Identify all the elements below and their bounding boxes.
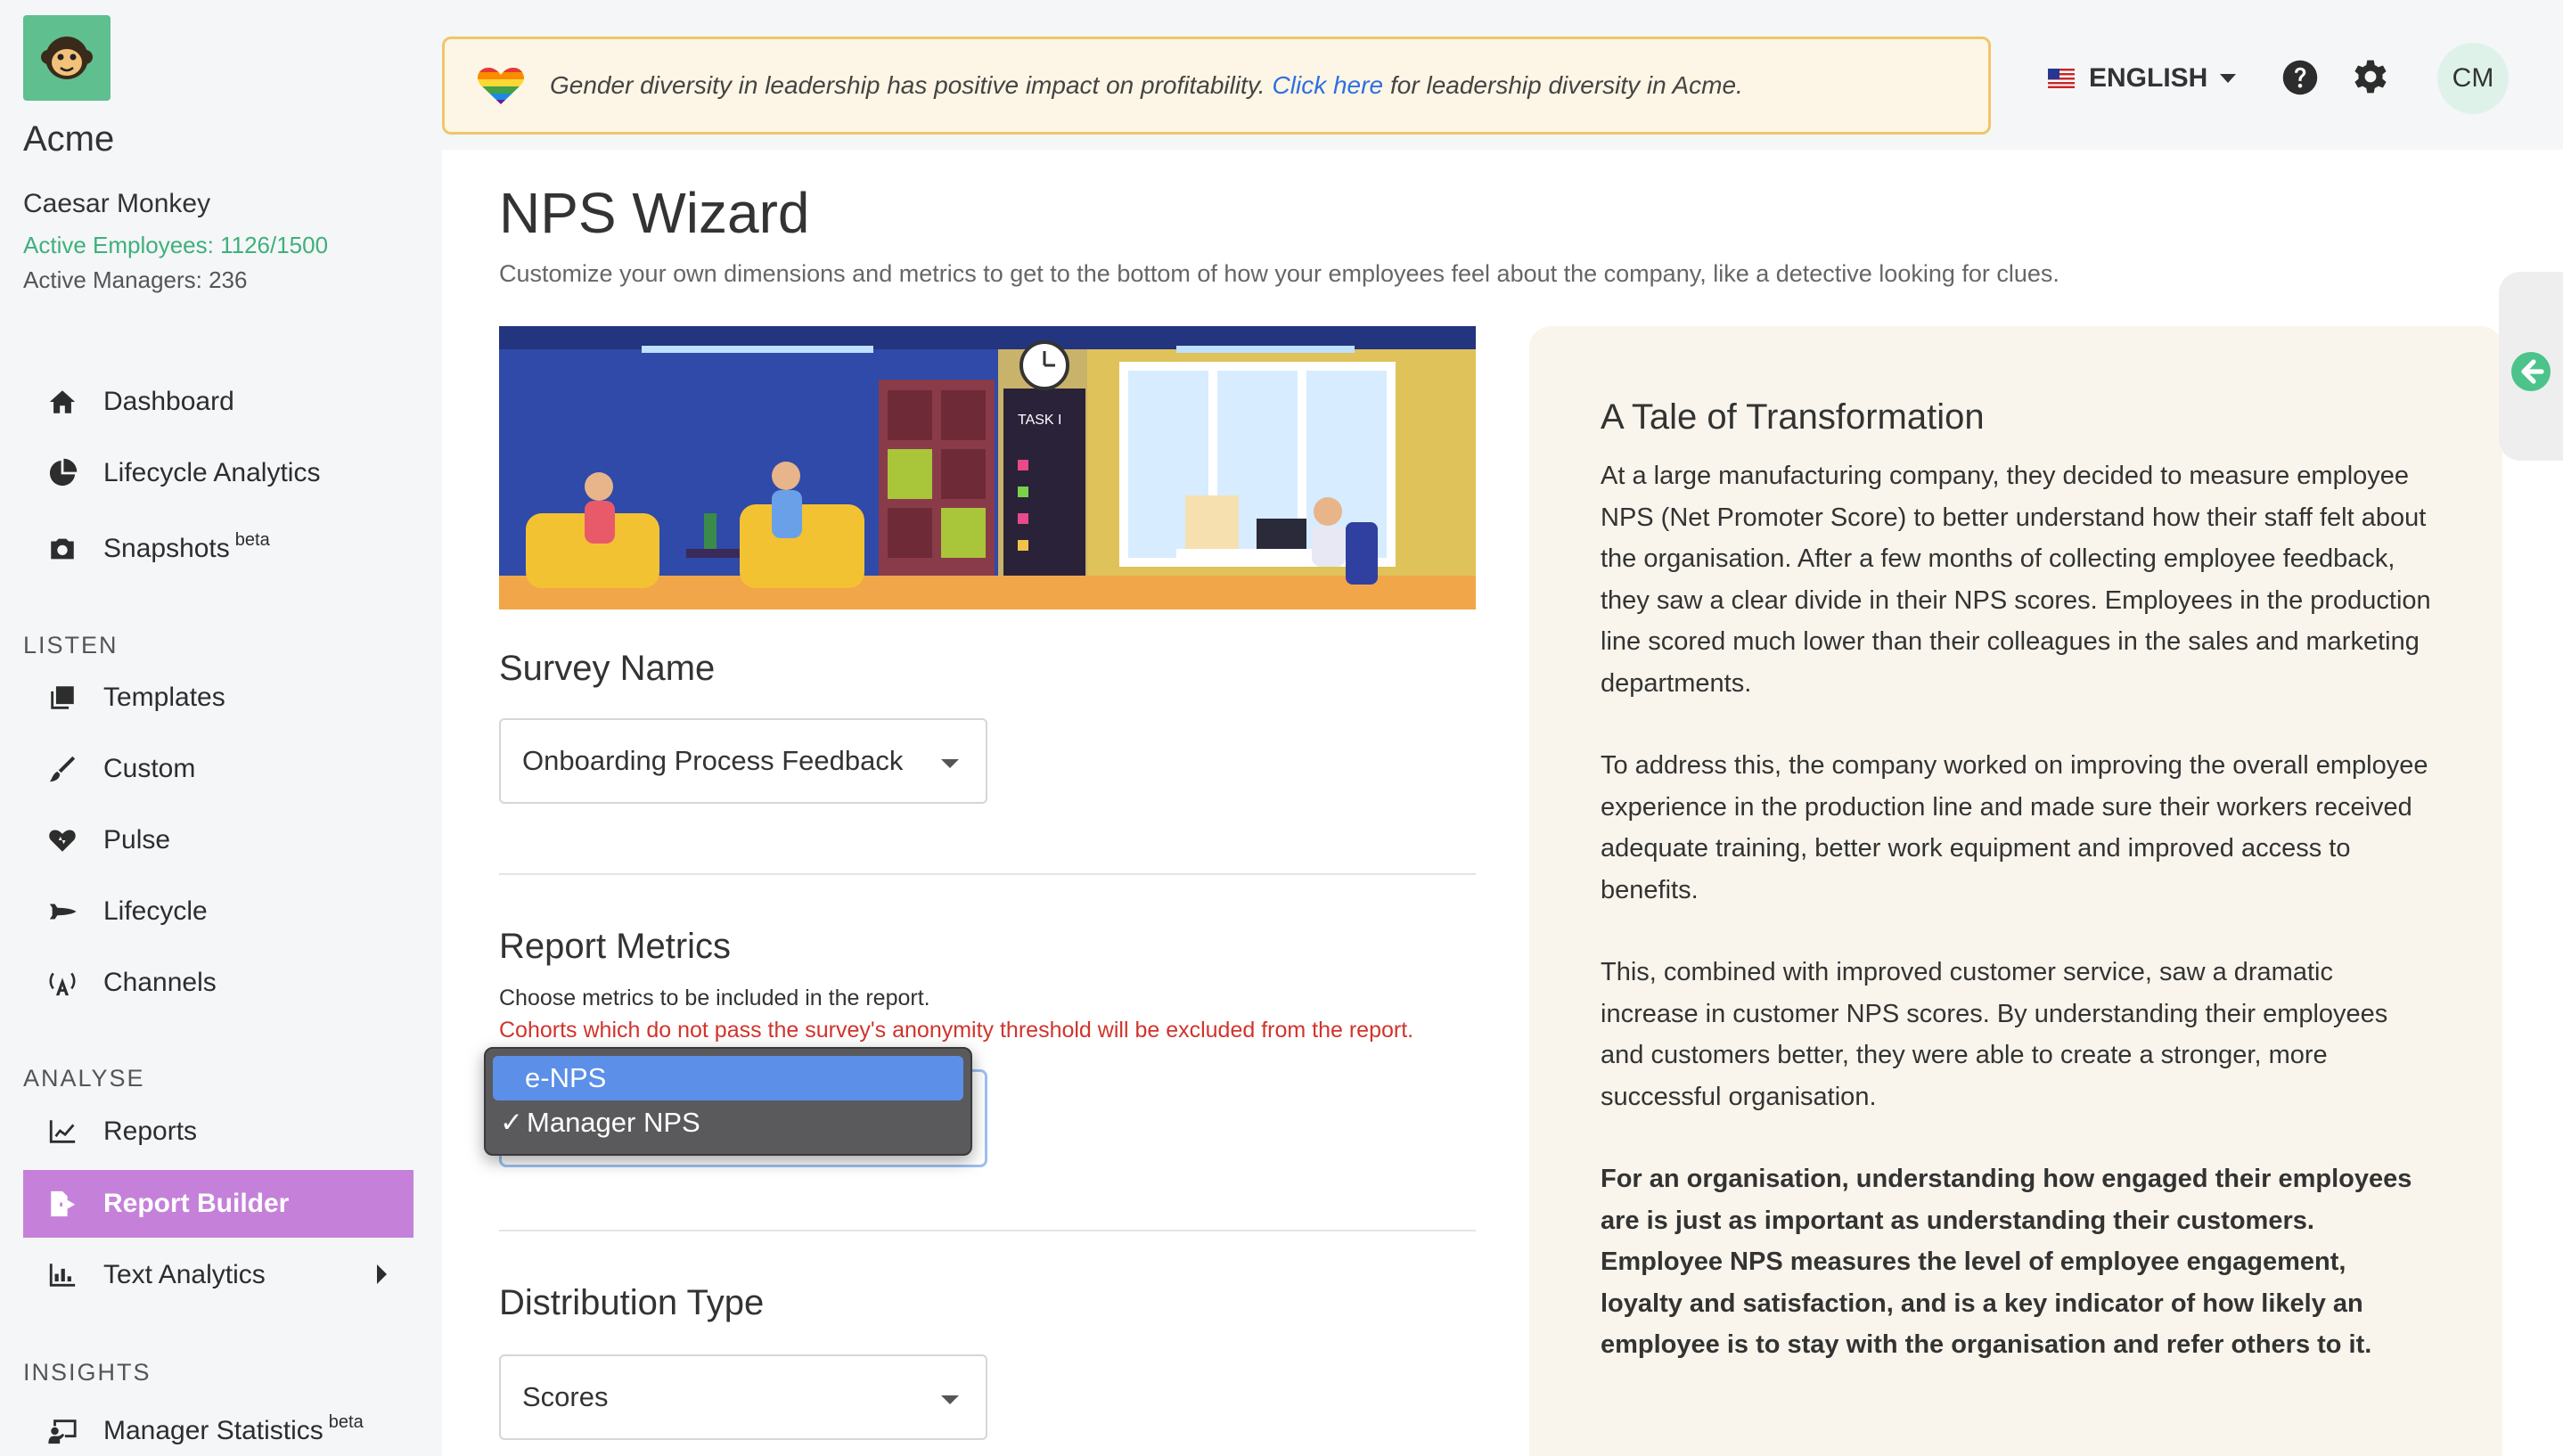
- sidebar: Acme Caesar Monkey Active Employees: 112…: [0, 0, 437, 1456]
- org-name: Acme: [23, 119, 115, 159]
- gear-icon[interactable]: [2351, 57, 2390, 96]
- pie-chart-icon: [45, 455, 80, 491]
- language-selector[interactable]: ENGLISH: [2048, 57, 2237, 100]
- story-title: A Tale of Transformation: [1601, 397, 1985, 437]
- sidebar-item-custom[interactable]: Custom: [23, 735, 414, 803]
- sidebar-item-dashboard[interactable]: Dashboard: [23, 368, 414, 436]
- sidebar-item-label: Text Analytics: [103, 1260, 266, 1289]
- banner-text-after: for leadership diversity in Acme.: [1390, 71, 1743, 99]
- office-illustration: TASK I: [499, 326, 1476, 609]
- story-paragraph: This, combined with improved customer se…: [1601, 958, 2388, 1111]
- section-analyse: ANALYSE: [23, 1065, 145, 1092]
- active-managers-count: Active Managers: 236: [23, 266, 248, 293]
- page-subtitle: Customize your own dimensions and metric…: [499, 260, 2059, 287]
- anonymity-warning: Cohorts which do not pass the survey's a…: [499, 1018, 1414, 1043]
- task-board-label: TASK I: [1018, 413, 1062, 428]
- diversity-banner: Gender diversity in leadership has posit…: [442, 37, 1991, 135]
- sidebar-item-label: Manager Statistics: [103, 1416, 323, 1445]
- sidebar-item-label: Custom: [103, 754, 196, 783]
- chevron-right-icon[interactable]: [377, 1264, 387, 1284]
- main-panel: NPS Wizard Customize your own dimensions…: [442, 150, 2563, 1456]
- survey-name-select[interactable]: Onboarding Process Feedback: [499, 718, 987, 804]
- banner-link[interactable]: Click here: [1273, 71, 1383, 100]
- sidebar-item-pulse[interactable]: Pulse: [23, 806, 414, 874]
- broadcast-icon: [45, 965, 80, 1001]
- camera-icon: [45, 531, 80, 567]
- survey-name-label: Survey Name: [499, 649, 716, 688]
- distribution-type-select[interactable]: Scores: [499, 1354, 987, 1440]
- sidebar-item-channels[interactable]: Channels: [23, 949, 414, 1017]
- survey-name-value: Onboarding Process Feedback: [522, 745, 904, 776]
- sidebar-item-reports[interactable]: Reports: [23, 1098, 414, 1166]
- presenter-icon: [45, 1413, 80, 1449]
- heartbeat-icon: [45, 822, 80, 858]
- sidebar-item-label: Lifecycle: [103, 896, 208, 926]
- caret-down-icon: [941, 1395, 959, 1404]
- sidebar-item-label: Report Builder: [103, 1189, 290, 1218]
- sidebar-item-label: Snapshots: [103, 534, 230, 563]
- report-metrics-label: Report Metrics: [499, 927, 732, 966]
- avatar[interactable]: CM: [2437, 43, 2509, 114]
- checkmark-icon: ✓: [500, 1107, 523, 1138]
- option-e-nps[interactable]: e-NPS: [493, 1056, 963, 1100]
- beta-badge: beta: [328, 1411, 364, 1432]
- sidebar-item-templates[interactable]: Templates: [23, 664, 414, 732]
- banner-text: Gender diversity in leadership has posit…: [550, 71, 1265, 99]
- line-chart-icon: [45, 1114, 80, 1149]
- section-listen: LISTEN: [23, 632, 119, 658]
- sidebar-item-lifecycle-analytics[interactable]: Lifecycle Analytics: [23, 439, 414, 507]
- sidebar-item-lifecycle[interactable]: Lifecycle: [23, 878, 414, 945]
- story-paragraph: To address this, the company worked on i…: [1601, 751, 2428, 904]
- sidebar-item-text-analytics[interactable]: Text Analytics: [23, 1241, 414, 1309]
- copy-icon: [45, 680, 80, 716]
- distribution-type-value: Scores: [522, 1381, 609, 1412]
- sidebar-item-label: Reports: [103, 1117, 198, 1146]
- option-manager-nps[interactable]: ✓ Manager NPS: [493, 1100, 963, 1145]
- sidebar-item-label: Templates: [103, 683, 225, 712]
- language-label: ENGLISH: [2089, 63, 2208, 93]
- sidebar-item-label: Dashboard: [103, 387, 234, 416]
- active-employees-count: Active Employees: 1126/1500: [23, 232, 329, 258]
- rainbow-heart-icon: [477, 67, 525, 105]
- sidebar-item-manager-statistics[interactable]: Manager Statistics beta: [23, 1397, 414, 1456]
- caret-down-icon: [941, 759, 959, 768]
- divider: [499, 1230, 1476, 1231]
- us-flag-icon: [2048, 69, 2075, 88]
- distribution-type-label: Distribution Type: [499, 1283, 765, 1322]
- sidebar-item-label: Lifecycle Analytics: [103, 458, 321, 487]
- section-insights: INSIGHTS: [23, 1359, 151, 1386]
- help-icon[interactable]: [2281, 59, 2319, 96]
- sidebar-item-snapshots[interactable]: Snapshots beta: [23, 515, 414, 583]
- home-icon: [45, 384, 80, 420]
- sidebar-item-label: Channels: [103, 968, 217, 997]
- option-label: e-NPS: [525, 1062, 607, 1093]
- space-shuttle-icon: [45, 894, 80, 929]
- sidebar-item-report-builder[interactable]: Report Builder: [23, 1170, 414, 1238]
- story-card: A Tale of Transformation At a large manu…: [1529, 326, 2502, 1456]
- bar-chart-icon: [45, 1257, 80, 1293]
- report-metrics-help: Choose metrics to be included in the rep…: [499, 986, 930, 1010]
- divider: [499, 873, 1476, 875]
- user-name: Caesar Monkey: [23, 189, 211, 218]
- beta-badge: beta: [234, 529, 270, 550]
- sidebar-item-label: Pulse: [103, 825, 171, 855]
- page-title: NPS Wizard: [499, 181, 810, 245]
- arrow-left-circle-icon[interactable]: [2510, 350, 2552, 393]
- option-label: Manager NPS: [527, 1107, 700, 1138]
- report-metrics-dropdown[interactable]: e-NPS ✓ Manager NPS: [484, 1047, 972, 1156]
- brush-icon: [45, 751, 80, 787]
- story-paragraph-bold: For an organisation, understanding how e…: [1601, 1165, 2412, 1359]
- file-export-icon: [45, 1186, 80, 1222]
- story-paragraph: At a large manufacturing company, they d…: [1601, 462, 2431, 698]
- monkey-logo-icon[interactable]: [23, 15, 111, 101]
- caret-down-icon: [2220, 74, 2237, 83]
